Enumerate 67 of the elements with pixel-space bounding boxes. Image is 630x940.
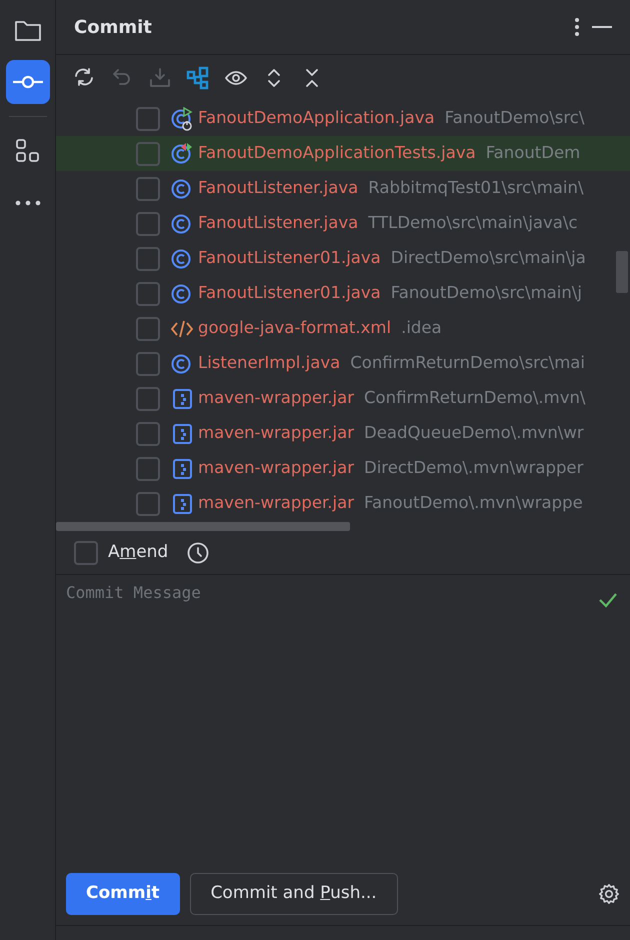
checkbox[interactable] [136, 316, 160, 340]
file-name: maven-wrapper.jar [198, 492, 354, 514]
file-path: FanoutDemo\src\ [444, 107, 584, 130]
file-name: FanoutListener.java [198, 212, 358, 234]
file-row[interactable]: FanoutListener.java RabbitmqTest01\src\main\ [56, 171, 630, 206]
archive-icon [170, 492, 194, 516]
vertical-scrollbar[interactable] [616, 251, 628, 293]
file-row[interactable]: FanoutDemoApplication.java FanoutDemo\src\ [56, 101, 630, 136]
commit-tool-button[interactable] [6, 60, 50, 104]
checkbox[interactable] [136, 142, 160, 166]
file-row[interactable]: google-java-format.xml .idea [56, 311, 630, 346]
file-row[interactable]: ListenerImpl.java ConfirmReturnDemo\src\mai [56, 346, 630, 381]
commit-and-push-button[interactable]: Commit and Push... [190, 872, 398, 914]
archive-icon [170, 456, 194, 480]
file-name: FanoutListener01.java [198, 247, 381, 270]
class-run-icon [170, 106, 194, 130]
folder-icon [14, 18, 42, 42]
file-path: FanoutDem [486, 142, 580, 164]
horizontal-scrollbar[interactable] [56, 522, 350, 531]
file-row[interactable]: maven-wrapper.jar FanoutDemo\.mvn\wrappe [56, 486, 630, 521]
file-path: FanoutDemo\src\main\j [390, 282, 582, 304]
file-name: maven-wrapper.jar [198, 387, 354, 410]
checkbox[interactable] [136, 492, 160, 516]
panel-title: Commit [74, 16, 153, 40]
checkbox[interactable] [136, 422, 160, 446]
commit-button[interactable]: Commit [66, 872, 180, 914]
file-row[interactable]: maven-wrapper.jar DirectDemo\.mvn\wrapper [56, 451, 630, 486]
file-name: FanoutDemoApplicationTests.java [198, 142, 476, 164]
file-path: ConfirmReturnDemo\.mvn\ [364, 387, 586, 410]
checkbox[interactable] [136, 456, 160, 480]
file-name: maven-wrapper.jar [198, 457, 354, 480]
file-path: ConfirmReturnDemo\src\mai [350, 352, 585, 374]
file-row[interactable]: FanoutListener.java TTLDemo\src\main\java\c [56, 206, 630, 241]
commit-message-field[interactable]: Commit Message [56, 575, 630, 862]
amend-checkbox[interactable]: Amend [74, 540, 168, 566]
checkbox[interactable] [136, 282, 160, 306]
file-row[interactable]: FanoutListener01.java FanoutDemo\src\main\j [56, 276, 630, 311]
file-row[interactable]: maven-wrapper.jar DeadQueueDemo\.mvn\wr [56, 416, 630, 451]
checkbox[interactable] [136, 352, 160, 376]
file-name: FanoutListener01.java [198, 282, 381, 304]
file-path: DirectDemo\.mvn\wrapper [364, 457, 584, 480]
checkbox[interactable] [136, 106, 160, 130]
file-name: FanoutListener.java [198, 177, 358, 200]
file-path: TTLDemo\src\main\java\c [368, 212, 578, 234]
file-row[interactable]: maven-wrapper.jar ConfirmReturnDemo\.mvn\ [56, 381, 630, 416]
archive-icon [170, 386, 194, 410]
checkbox[interactable] [136, 246, 160, 270]
file-name: maven-wrapper.jar [198, 422, 354, 444]
archive-icon [170, 422, 194, 446]
file-name: FanoutDemoApplication.java [198, 107, 435, 130]
file-name: google-java-format.xml [198, 317, 392, 340]
commit-icon [12, 75, 44, 89]
file-path: .idea [401, 317, 442, 340]
more-icon [14, 200, 40, 206]
file-name: ListenerImpl.java [198, 352, 340, 374]
file-row[interactable]: FanoutDemoApplicationTests.java FanoutDem [56, 136, 630, 171]
settings-icon[interactable] [598, 882, 620, 906]
checkbox[interactable] [136, 212, 160, 236]
checkbox[interactable] [136, 386, 160, 410]
file-path: DeadQueueDemo\.mvn\wr [364, 422, 584, 444]
file-path: FanoutDemo\.mvn\wrappe [364, 492, 583, 514]
file-path: DirectDemo\src\main\ja [390, 247, 586, 270]
file-row[interactable]: FanoutListener01.java DirectDemo\src\main\ja [56, 241, 630, 276]
structure-icon [14, 138, 40, 164]
class-test-icon [170, 142, 194, 166]
file-path: RabbitmqTest01\src\main\ [368, 177, 584, 200]
checkbox[interactable] [136, 176, 160, 200]
